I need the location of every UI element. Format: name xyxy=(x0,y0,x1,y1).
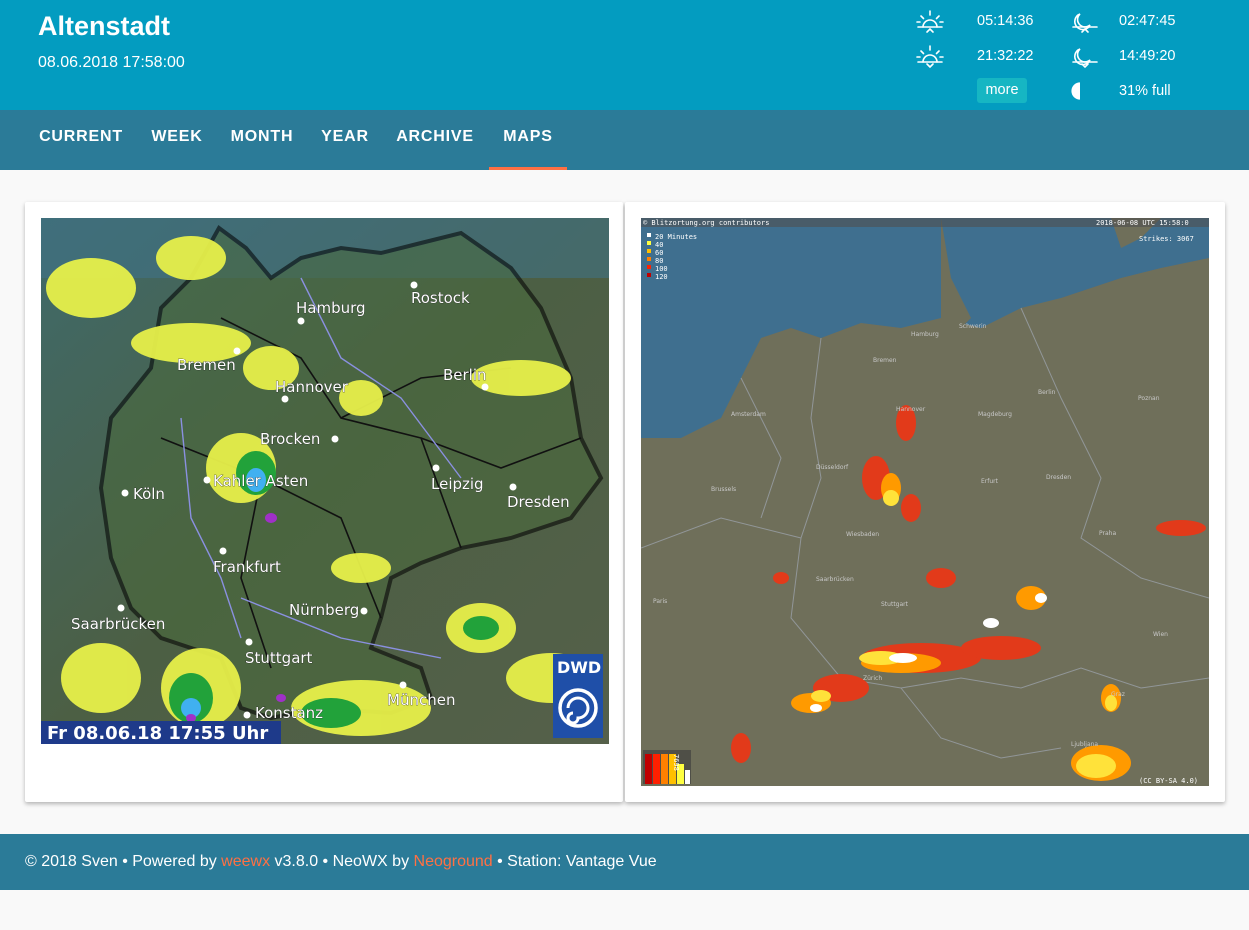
astro-row-moon: more 31% full xyxy=(915,78,1235,104)
lightning-city-label: Zürich xyxy=(863,675,882,682)
radar-map[interactable]: Hamburg Rostock Bremen Hannover Berlin B… xyxy=(41,218,609,744)
radar-card: Hamburg Rostock Bremen Hannover Berlin B… xyxy=(25,202,623,802)
radar-city-label: Nürnberg xyxy=(289,601,359,619)
page-title: Altenstadt xyxy=(38,11,171,41)
lightning-city-label: Hamburg xyxy=(911,331,939,338)
radar-city-label: Kahler Asten xyxy=(213,472,308,490)
radar-city-label: Rostock xyxy=(411,289,470,307)
radar-city-label: Hannover xyxy=(275,378,349,396)
moonrise-time: 02:47:45 xyxy=(1119,13,1176,29)
lightning-city-label: Magdeburg xyxy=(978,411,1012,418)
svg-text:80: 80 xyxy=(655,257,663,265)
radar-city-label: Stuttgart xyxy=(245,649,313,667)
dwd-logo: DWD xyxy=(553,654,603,738)
sunset-icon xyxy=(915,43,945,69)
more-button[interactable]: more xyxy=(977,78,1027,103)
current-datetime: 08.06.2018 17:58:00 xyxy=(38,54,185,71)
moon-phase-icon xyxy=(1070,78,1100,104)
tab-month[interactable]: MONTH xyxy=(220,110,304,170)
radar-city-label: Bremen xyxy=(177,356,236,374)
sunset-time: 21:32:22 xyxy=(977,48,1034,64)
svg-text:120: 120 xyxy=(655,273,668,281)
svg-text:7698: 7698 xyxy=(672,754,680,771)
lightning-city-label: Dresden xyxy=(1046,474,1071,481)
sunrise-icon xyxy=(915,8,945,34)
radar-city-label: Köln xyxy=(133,485,165,503)
lightning-city-label: Wiesbaden xyxy=(846,531,879,538)
lightning-city-label: Amsterdam xyxy=(731,411,766,418)
lightning-city-label: Ljubljana xyxy=(1071,741,1098,748)
radar-city-label: Hamburg xyxy=(296,299,366,317)
main-nav: CURRENT WEEK MONTH YEAR ARCHIVE MAPS xyxy=(0,110,1249,170)
radar-city-label: Saarbrücken xyxy=(71,615,165,633)
svg-text:60: 60 xyxy=(655,249,663,257)
lightning-attribution: © Blitzortung.org contributors xyxy=(643,219,769,227)
lightning-city-label: Graz xyxy=(1111,691,1125,698)
lightning-city-label: Schwerin xyxy=(959,323,987,330)
svg-text:DWD: DWD xyxy=(557,658,601,677)
lightning-city-label: Paris xyxy=(653,598,667,605)
weewx-link[interactable]: weewx xyxy=(221,853,270,870)
svg-text:100: 100 xyxy=(655,265,668,273)
lightning-city-label: Hannover xyxy=(896,406,926,413)
lightning-city-label: Berlin xyxy=(1038,389,1056,396)
lightning-timestamp: 2018-06-08 UTC 15:58:0 xyxy=(1096,219,1189,227)
lightning-city-label: Bremen xyxy=(873,357,897,364)
radar-city-label: München xyxy=(387,691,455,709)
lightning-city-label: Erfurt xyxy=(981,478,999,485)
moonrise-icon xyxy=(1070,8,1100,34)
lightning-city-label: Poznan xyxy=(1138,395,1160,402)
lightning-city-label: Wien xyxy=(1153,631,1168,638)
footer-copyright: © 2018 Sven • Powered by xyxy=(25,853,222,870)
tab-year[interactable]: YEAR xyxy=(311,110,379,170)
lightning-strikes-count: Strikes: 3067 xyxy=(1139,235,1194,243)
footer: © 2018 Sven • Powered by weewx v3.8.0 • … xyxy=(0,834,1249,890)
radar-timestamp: Fr 08.06.18 17:55 Uhr xyxy=(47,723,268,744)
astro-row-set: 21:32:22 14:49:20 xyxy=(915,43,1235,69)
footer-station: • Station: Vantage Vue xyxy=(492,853,657,870)
lightning-city-label: Praha xyxy=(1099,530,1116,537)
moonset-icon xyxy=(1070,43,1100,69)
svg-text:40: 40 xyxy=(655,241,663,249)
moon-phase-text: 31% full xyxy=(1119,83,1171,99)
lightning-counter-bars: 7698 xyxy=(643,750,691,784)
radar-city-label: Leipzig xyxy=(431,475,484,493)
lightning-city-label: Stuttgart xyxy=(881,601,909,608)
svg-text:20 Minutes: 20 Minutes xyxy=(655,233,697,241)
sunrise-time: 05:14:36 xyxy=(977,13,1034,29)
tab-maps[interactable]: MAPS xyxy=(489,110,567,170)
radar-city-label: Berlin xyxy=(443,366,487,384)
radar-city-label: Konstanz xyxy=(255,704,323,722)
lightning-city-label: Saarbrücken xyxy=(816,576,854,583)
lightning-city-label: Düsseldorf xyxy=(816,464,849,471)
astro-row-rise: 05:14:36 02:47:45 xyxy=(915,8,1235,34)
radar-city-label: Dresden xyxy=(507,493,570,511)
lightning-city-label: Brussels xyxy=(711,486,736,493)
lightning-card: Hamburg Schwerin Bremen Berlin Amsterdam… xyxy=(625,202,1225,802)
header-bar: Altenstadt 08.06.2018 17:58:00 05:14:36 xyxy=(0,0,1249,110)
tab-current[interactable]: CURRENT xyxy=(28,110,134,170)
radar-city-label: Brocken xyxy=(260,430,320,448)
tab-archive[interactable]: ARCHIVE xyxy=(386,110,484,170)
lightning-license: (CC BY-SA 4.0) xyxy=(1139,777,1198,785)
footer-version: v3.8.0 • NeoWX by xyxy=(270,853,414,870)
radar-city-label: Frankfurt xyxy=(213,558,281,576)
lightning-map[interactable]: Hamburg Schwerin Bremen Berlin Amsterdam… xyxy=(641,218,1209,786)
moonset-time: 14:49:20 xyxy=(1119,48,1176,64)
neoground-link[interactable]: Neoground xyxy=(414,853,493,870)
tab-week[interactable]: WEEK xyxy=(141,110,213,170)
